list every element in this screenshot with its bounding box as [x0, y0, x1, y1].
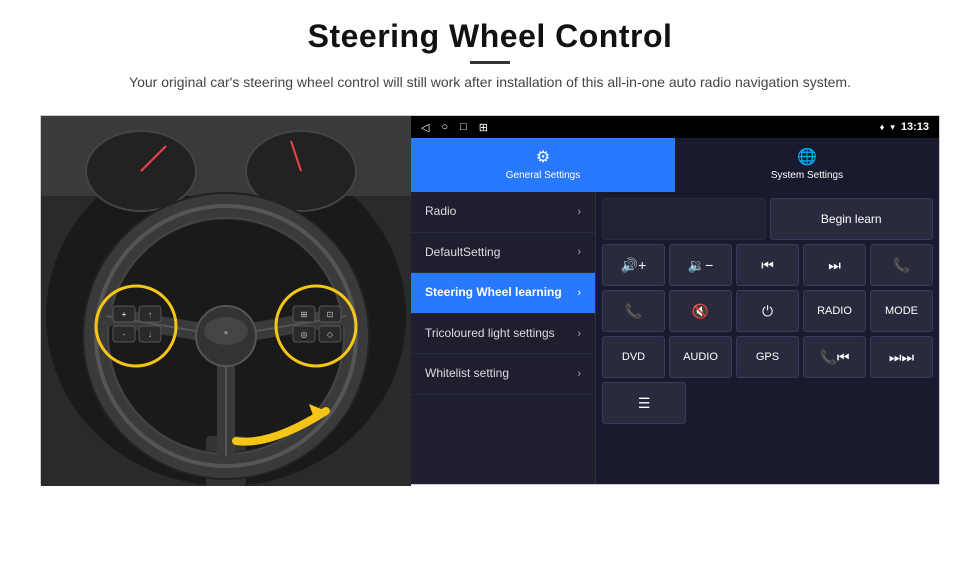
recents-nav-icon[interactable]: □: [460, 121, 467, 133]
right-panel: ◁ ○ □ ⊞ ♦ ▾ 13:13 ⚙ General Settings: [411, 116, 939, 484]
svg-text:↓: ↓: [148, 330, 152, 339]
svg-text:●: ●: [224, 328, 229, 337]
chevron-right-icon: ›: [577, 246, 581, 258]
gps-label: GPS: [756, 351, 779, 363]
menu-list: Radio › DefaultSetting › Steering Wheel …: [411, 192, 596, 484]
status-bar-right: ♦ ▾ 13:13: [880, 121, 929, 133]
page-container: Steering Wheel Control Your original car…: [0, 0, 980, 564]
mode-button[interactable]: MODE: [870, 290, 933, 332]
chevron-right-icon: ›: [577, 328, 581, 340]
control-row-5: ☰: [602, 382, 933, 424]
chevron-right-icon: ›: [577, 368, 581, 380]
volume-up-button[interactable]: 🔊+: [602, 244, 665, 286]
list-icon: ☰: [638, 395, 651, 412]
radio-label: RADIO: [817, 305, 852, 317]
phone-prev-button[interactable]: 📞⏮: [803, 336, 866, 378]
tab-system-settings[interactable]: 🌐 System Settings: [675, 138, 939, 192]
svg-text:⊞: ⊞: [301, 310, 308, 319]
grid-nav-icon[interactable]: ⊞: [479, 121, 488, 134]
volume-up-icon: 🔊+: [621, 257, 647, 274]
begin-learn-label: Begin learn: [821, 212, 882, 226]
system-settings-icon: 🌐: [797, 147, 817, 167]
dvd-button[interactable]: DVD: [602, 336, 665, 378]
volume-down-button[interactable]: 🔉−: [669, 244, 732, 286]
radio-button[interactable]: RADIO: [803, 290, 866, 332]
mute-icon: 🔇: [692, 303, 709, 320]
control-panel: Begin learn 🔊+ 🔉− ⏮: [596, 192, 939, 484]
chevron-right-icon: ›: [577, 206, 581, 218]
mute-button[interactable]: 🔇: [669, 290, 732, 332]
begin-learn-button[interactable]: Begin learn: [770, 198, 934, 240]
title-divider: [470, 61, 510, 64]
gps-button[interactable]: GPS: [736, 336, 799, 378]
menu-item-steering-wheel[interactable]: Steering Wheel learning ›: [411, 273, 595, 314]
skip-button[interactable]: ⏭⏭: [870, 336, 933, 378]
wifi-status-icon: ▾: [890, 122, 895, 133]
general-settings-label: General Settings: [506, 170, 581, 181]
next-track-button[interactable]: ⏭: [803, 244, 866, 286]
mode-label: MODE: [885, 305, 918, 317]
chevron-right-icon: ›: [577, 287, 581, 299]
system-settings-label: System Settings: [771, 170, 843, 181]
svg-text:+: +: [122, 310, 127, 319]
home-nav-icon[interactable]: ○: [441, 121, 448, 133]
svg-text:◎: ◎: [301, 330, 308, 339]
page-subtitle: Your original car's steering wheel contr…: [129, 72, 851, 93]
tab-general-settings[interactable]: ⚙ General Settings: [411, 138, 675, 192]
back-nav-icon[interactable]: ◁: [421, 121, 429, 134]
svg-text:◇: ◇: [327, 330, 334, 339]
control-row-3: 📞 🔇 ⏻ RADIO MODE: [602, 290, 933, 332]
phone-button[interactable]: 📞: [870, 244, 933, 286]
menu-item-radio[interactable]: Radio ›: [411, 192, 595, 233]
volume-down-icon: 🔉−: [688, 257, 714, 274]
control-row-4: DVD AUDIO GPS 📞⏮ ⏭⏭: [602, 336, 933, 378]
status-bar-left: ◁ ○ □ ⊞: [421, 121, 488, 134]
svg-text:⊡: ⊡: [327, 310, 334, 319]
phone-prev-icon: 📞⏮: [819, 349, 849, 366]
steering-wheel-image: ● + - ↑ ↓ ⊞ ◎: [41, 116, 411, 486]
tab-bar: ⚙ General Settings 🌐 System Settings: [411, 138, 939, 192]
menu-item-default-setting[interactable]: DefaultSetting ›: [411, 233, 595, 274]
main-content: Radio › DefaultSetting › Steering Wheel …: [411, 192, 939, 484]
status-bar: ◁ ○ □ ⊞ ♦ ▾ 13:13: [411, 116, 939, 138]
clock-display: 13:13: [901, 121, 929, 133]
control-row-1: Begin learn: [602, 198, 933, 240]
answer-call-button[interactable]: 📞: [602, 290, 665, 332]
svg-text:-: -: [123, 330, 126, 339]
svg-text:↑: ↑: [148, 310, 152, 319]
title-section: Steering Wheel Control Your original car…: [129, 18, 851, 107]
content-area: ● + - ↑ ↓ ⊞ ◎: [40, 115, 940, 485]
audio-button[interactable]: AUDIO: [669, 336, 732, 378]
empty-button-1: [602, 198, 766, 240]
general-settings-icon: ⚙: [536, 147, 550, 167]
gps-status-icon: ♦: [880, 122, 885, 132]
audio-label: AUDIO: [683, 351, 718, 363]
page-title: Steering Wheel Control: [129, 18, 851, 55]
left-panel: ● + - ↑ ↓ ⊞ ◎: [41, 116, 411, 486]
dvd-label: DVD: [622, 351, 645, 363]
phone-icon: 📞: [893, 257, 910, 274]
prev-track-icon: ⏮: [761, 257, 774, 274]
menu-item-tricoloured[interactable]: Tricoloured light settings ›: [411, 314, 595, 355]
skip-icon: ⏭⏭: [889, 349, 914, 366]
answer-icon: 📞: [625, 303, 642, 320]
prev-track-button[interactable]: ⏮: [736, 244, 799, 286]
power-button[interactable]: ⏻: [736, 290, 799, 332]
next-track-icon: ⏭: [828, 257, 841, 274]
list-button[interactable]: ☰: [602, 382, 686, 424]
menu-item-whitelist[interactable]: Whitelist setting ›: [411, 354, 595, 395]
control-row-2: 🔊+ 🔉− ⏮ ⏭ 📞: [602, 244, 933, 286]
power-icon: ⏻: [762, 303, 773, 320]
